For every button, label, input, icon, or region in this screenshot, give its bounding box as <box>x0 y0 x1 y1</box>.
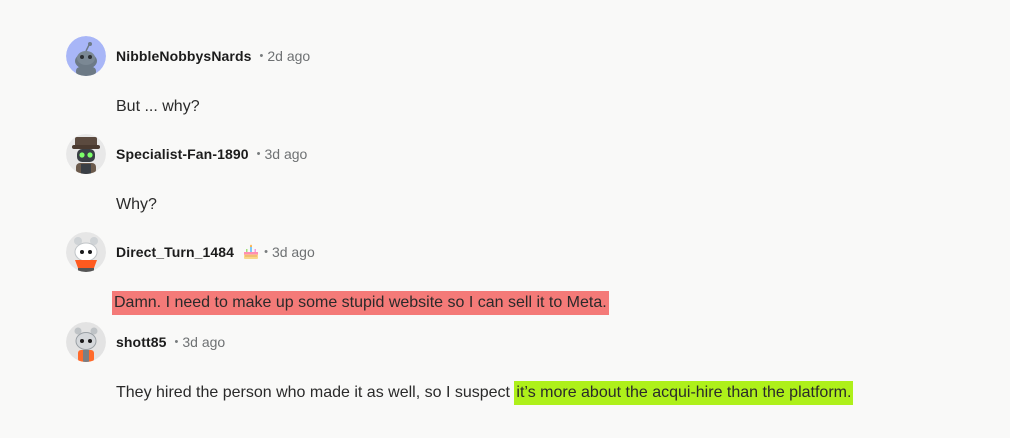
comment-text: They hired the person who made it as wel… <box>116 384 515 401</box>
comment-body: They hired the person who made it as wel… <box>116 381 966 405</box>
avatar[interactable] <box>66 36 106 76</box>
comment-thread: NibbleNobbysNards • 2d ago But ... why? <box>0 0 1010 438</box>
comment-author[interactable]: Specialist-Fan-1890 <box>116 146 249 162</box>
comment-timestamp[interactable]: 3d ago <box>182 334 225 350</box>
comment-body: But ... why? <box>116 96 966 118</box>
avatar[interactable] <box>66 322 106 362</box>
separator-dot: • <box>264 246 268 258</box>
comment-header: Direct_Turn_1484 • 3d ago <box>66 232 966 272</box>
separator-dot: • <box>174 336 179 348</box>
comment-timestamp[interactable]: 2d ago <box>267 48 310 64</box>
comment-header: Specialist-Fan-1890 • 3d ago <box>66 134 966 174</box>
separator-dot: • <box>256 148 261 160</box>
comment: shott85 • 3d ago They hired the person w… <box>66 322 966 405</box>
highlighted-text: it’s more about the acqui-hire than the … <box>514 381 854 405</box>
comment-author[interactable]: shott85 <box>116 334 167 350</box>
comment-timestamp[interactable]: 3d ago <box>264 146 307 162</box>
comment: NibbleNobbysNards • 2d ago But ... why? <box>66 36 966 118</box>
comment: Direct_Turn_1484 • 3d ago Damn. I need t… <box>66 232 966 315</box>
separator-dot: • <box>259 50 264 62</box>
comment-author[interactable]: NibbleNobbysNards <box>116 48 252 64</box>
snoo-grey-icon <box>66 322 106 362</box>
cake-day-icon <box>242 243 260 261</box>
comment-body: Why? <box>116 194 966 216</box>
comment: Specialist-Fan-1890 • 3d ago Why? <box>66 134 966 216</box>
comment-timestamp[interactable]: 3d ago <box>272 244 315 260</box>
snoo-robot-icon <box>66 134 106 174</box>
default-snoo-icon <box>66 36 106 76</box>
avatar[interactable] <box>66 232 106 272</box>
comment-text: Why? <box>116 196 157 213</box>
comment-body: Damn. I need to make up some stupid webs… <box>112 291 966 315</box>
comment-header: NibbleNobbysNards • 2d ago <box>66 36 966 76</box>
comment-header: shott85 • 3d ago <box>66 322 966 362</box>
snoo-bandana-icon <box>66 232 106 272</box>
highlighted-text: Damn. I need to make up some stupid webs… <box>112 291 609 315</box>
avatar[interactable] <box>66 134 106 174</box>
comment-author[interactable]: Direct_Turn_1484 <box>116 244 234 260</box>
comment-text: But ... why? <box>116 98 200 115</box>
